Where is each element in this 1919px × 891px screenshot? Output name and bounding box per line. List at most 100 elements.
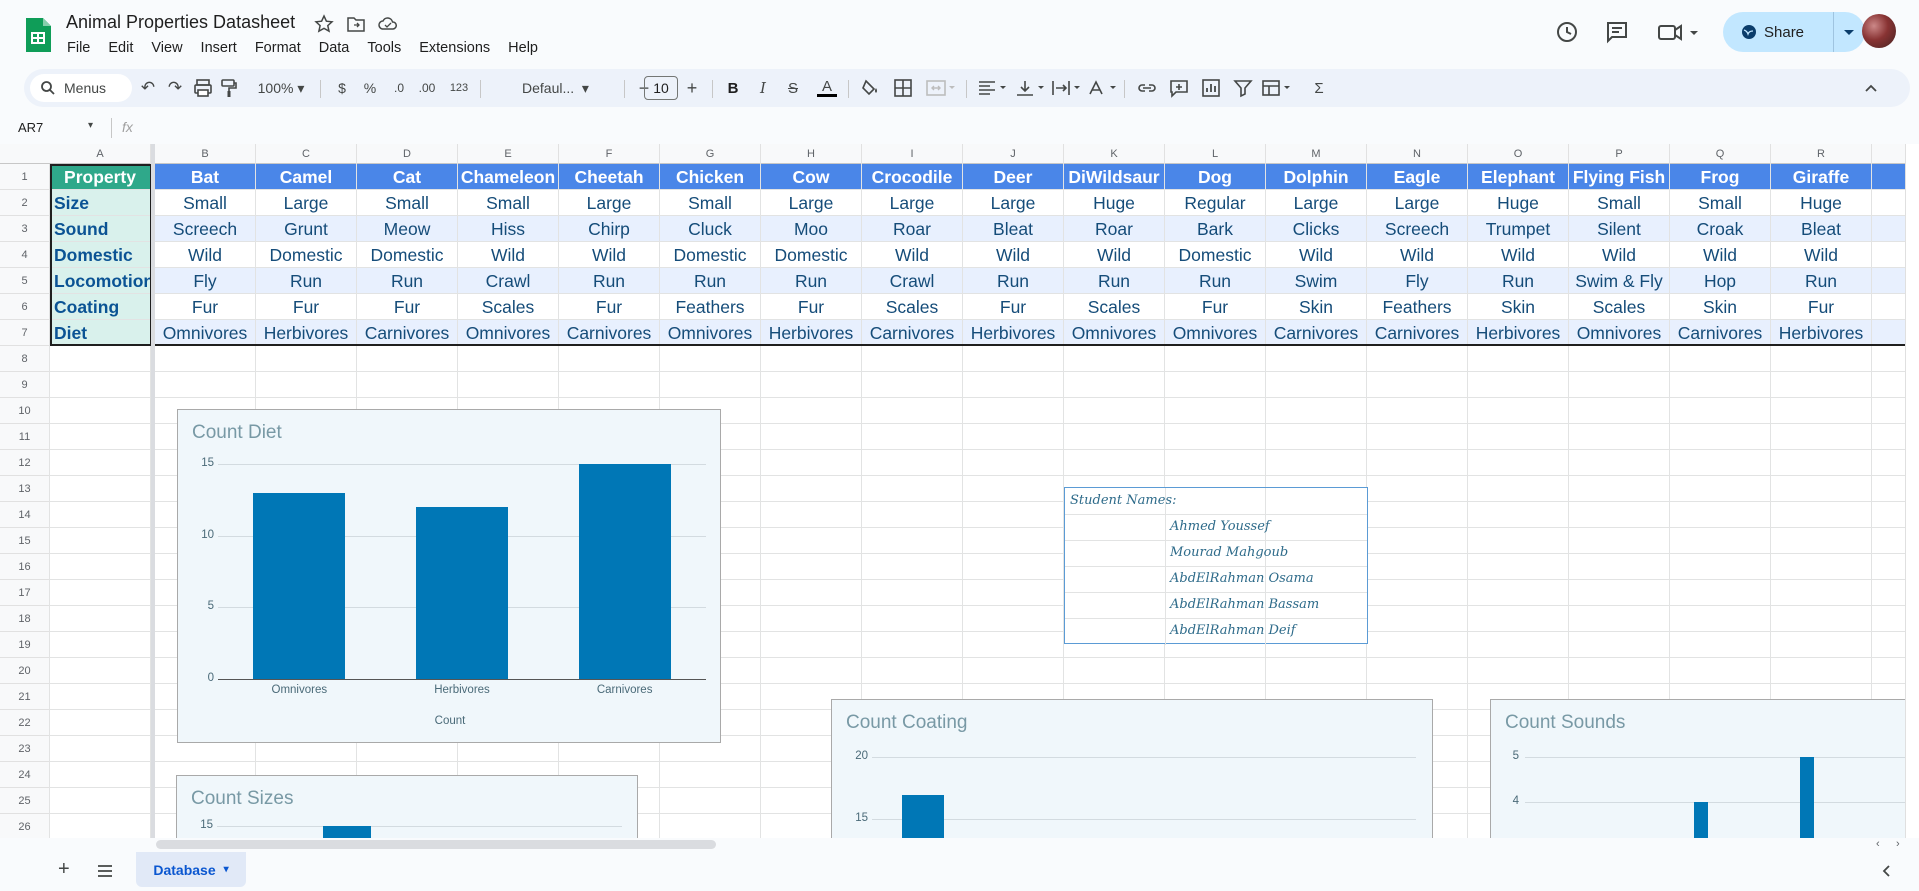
- row-header[interactable]: 26: [0, 814, 50, 838]
- data-cell[interactable]: Bleat: [963, 216, 1064, 242]
- row-header[interactable]: 9: [0, 372, 50, 398]
- data-cell[interactable]: Run: [1468, 268, 1569, 294]
- insert-link-icon[interactable]: [1136, 77, 1158, 99]
- data-cell[interactable]: Scales: [1569, 294, 1670, 320]
- row-header[interactable]: 3: [0, 216, 50, 242]
- data-cell[interactable]: Wild: [155, 242, 256, 268]
- data-cell[interactable]: S: [1872, 216, 1905, 242]
- strikethrough-button[interactable]: S: [784, 77, 802, 99]
- row-label-cell[interactable]: Locomotion: [50, 268, 151, 294]
- more-formats-button[interactable]: 123: [446, 77, 472, 99]
- avatar[interactable]: [1862, 14, 1896, 48]
- data-cell[interactable]: Wild: [963, 242, 1064, 268]
- header-cell[interactable]: Chameleon: [458, 164, 559, 190]
- column-header[interactable]: O: [1468, 144, 1569, 164]
- column-header[interactable]: J: [963, 144, 1064, 164]
- zoom-select[interactable]: 100% ▾: [252, 77, 310, 99]
- sheet-nav-left-icon[interactable]: [1878, 862, 1896, 880]
- row-header[interactable]: 4: [0, 242, 50, 268]
- frozen-column-divider[interactable]: [151, 144, 155, 838]
- data-cell[interactable]: Huge: [1468, 190, 1569, 216]
- row-header[interactable]: 5: [0, 268, 50, 294]
- table-view-icon[interactable]: [1260, 77, 1294, 99]
- header-cell[interactable]: Cow: [761, 164, 862, 190]
- data-cell[interactable]: Fly: [1367, 268, 1468, 294]
- data-cell[interactable]: Run: [1165, 268, 1266, 294]
- menu-insert[interactable]: Insert: [192, 38, 246, 58]
- font-size-input[interactable]: 10: [644, 76, 678, 100]
- row-header[interactable]: 15: [0, 528, 50, 554]
- sheet-tab-database[interactable]: Database ▾: [136, 852, 246, 887]
- row-header[interactable]: 20: [0, 658, 50, 684]
- row-header[interactable]: 6: [0, 294, 50, 320]
- data-cell[interactable]: Run: [1064, 268, 1165, 294]
- data-cell[interactable]: Scales: [458, 294, 559, 320]
- header-cell[interactable]: DiWildsaur: [1064, 164, 1165, 190]
- vertical-scrollbar[interactable]: [1905, 144, 1919, 838]
- header-cell[interactable]: Camel: [256, 164, 357, 190]
- data-cell[interactable]: Large: [1266, 190, 1367, 216]
- all-sheets-icon[interactable]: [96, 863, 114, 879]
- row-header[interactable]: 7: [0, 320, 50, 346]
- data-cell[interactable]: Herbivores: [1468, 320, 1569, 346]
- header-cell[interactable]: Cat: [357, 164, 458, 190]
- sheets-logo-icon[interactable]: [24, 16, 52, 54]
- star-icon[interactable]: [314, 14, 334, 34]
- data-cell[interactable]: Small: [155, 190, 256, 216]
- data-cell[interactable]: Run: [256, 268, 357, 294]
- version-history-icon[interactable]: [1553, 18, 1581, 46]
- data-cell[interactable]: Skin: [1670, 294, 1771, 320]
- data-cell[interactable]: Domestic: [1165, 242, 1266, 268]
- data-cell[interactable]: Large: [559, 190, 660, 216]
- column-header[interactable]: H: [761, 144, 862, 164]
- chart-count-diet[interactable]: Count Diet 15 10 5 0 Omnivores Herbivores Carn…: [177, 409, 721, 743]
- chevron-up-icon[interactable]: [1860, 77, 1882, 99]
- data-cell[interactable]: Herbivores: [963, 320, 1064, 346]
- row-header[interactable]: 11: [0, 424, 50, 450]
- add-sheet-icon[interactable]: +: [58, 858, 70, 881]
- comments-icon[interactable]: [1603, 18, 1631, 46]
- data-cell[interactable]: Domestic: [761, 242, 862, 268]
- data-cell[interactable]: Omnivores: [1165, 320, 1266, 346]
- data-cell[interactable]: Om: [1872, 320, 1905, 346]
- data-cell[interactable]: Skin: [1266, 294, 1367, 320]
- percent-format-button[interactable]: %: [362, 77, 378, 99]
- data-cell[interactable]: Crawl: [458, 268, 559, 294]
- column-header[interactable]: P: [1569, 144, 1670, 164]
- data-cell[interactable]: Herbivores: [761, 320, 862, 346]
- insert-chart-icon[interactable]: [1200, 77, 1222, 99]
- data-cell[interactable]: Omnivores: [1064, 320, 1165, 346]
- horizontal-scrollbar[interactable]: [156, 840, 716, 849]
- data-cell[interactable]: Fur: [1771, 294, 1872, 320]
- borders-icon[interactable]: [892, 77, 914, 99]
- data-cell[interactable]: Carnivores: [559, 320, 660, 346]
- data-cell[interactable]: [1872, 242, 1905, 268]
- data-cell[interactable]: Swim: [1266, 268, 1367, 294]
- data-cell[interactable]: Wild: [458, 242, 559, 268]
- data-cell[interactable]: Wild: [1670, 242, 1771, 268]
- column-header[interactable]: C: [256, 144, 357, 164]
- column-header[interactable]: B: [155, 144, 256, 164]
- font-family-select[interactable]: Defaul... ▾: [522, 77, 594, 99]
- row-header[interactable]: 16: [0, 554, 50, 580]
- row-header[interactable]: 21: [0, 684, 50, 710]
- student-names-box[interactable]: Student Names: Ahmed Youssef Mourad Mahg…: [1064, 487, 1368, 645]
- data-cell[interactable]: Small: [357, 190, 458, 216]
- row-header[interactable]: 13: [0, 476, 50, 502]
- data-cell[interactable]: S: [1872, 190, 1905, 216]
- row-header[interactable]: 8: [0, 346, 50, 372]
- merge-cells-icon[interactable]: [924, 77, 958, 99]
- data-cell[interactable]: Grunt: [256, 216, 357, 242]
- header-cell[interactable]: Flying Fish: [1569, 164, 1670, 190]
- header-cell[interactable]: Dolphin: [1266, 164, 1367, 190]
- data-cell[interactable]: Roar: [1064, 216, 1165, 242]
- data-cell[interactable]: Scales: [862, 294, 963, 320]
- data-cell[interactable]: Run: [963, 268, 1064, 294]
- data-cell[interactable]: C: [1872, 268, 1905, 294]
- redo-icon[interactable]: ↷: [164, 77, 186, 99]
- chart-count-coating[interactable]: Count Coating 20 15: [831, 699, 1433, 838]
- data-cell[interactable]: Clicks: [1266, 216, 1367, 242]
- data-cell[interactable]: Fur: [357, 294, 458, 320]
- row-header[interactable]: 25: [0, 788, 50, 814]
- data-cell[interactable]: Run: [660, 268, 761, 294]
